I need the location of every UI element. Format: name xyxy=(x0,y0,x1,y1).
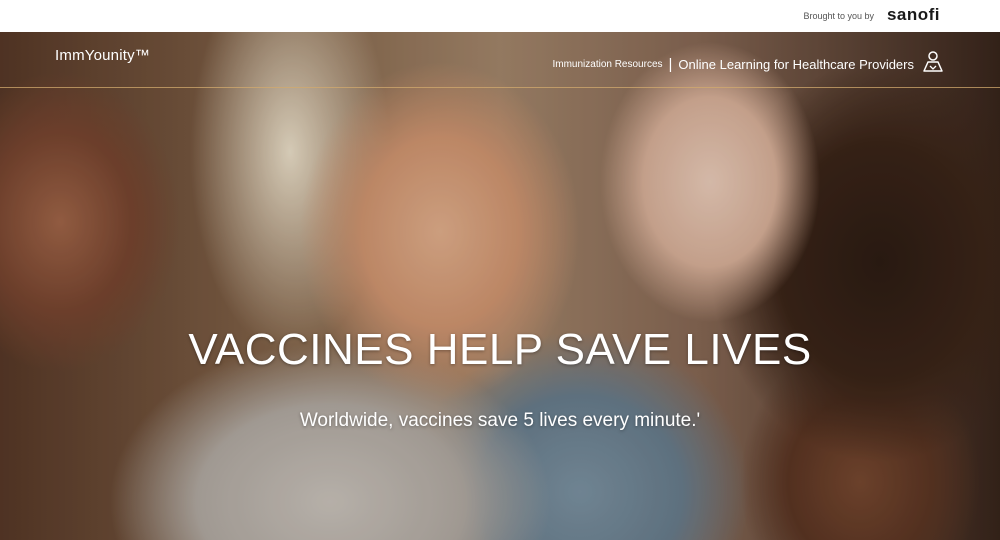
top-bar: Brought to you by sanofi xyxy=(0,0,1000,32)
immyounity-logo[interactable]: ImmYounity™ xyxy=(55,47,150,64)
nav-immunization-resources[interactable]: Immunization Resources xyxy=(552,59,662,70)
person-icon[interactable] xyxy=(922,50,944,72)
hero-headline: VACCINES HELP SAVE LIVES xyxy=(188,325,812,374)
nav-online-learning[interactable]: Online Learning for Healthcare Providers xyxy=(678,57,914,72)
hero-image-overlay xyxy=(0,32,1000,540)
brought-to-you-text: Brought to you by xyxy=(803,11,874,21)
nav-separator: | xyxy=(668,56,673,73)
nav-divider xyxy=(0,87,1000,88)
hero-banner: ImmYounity™ Immunization Resources | Onl… xyxy=(0,32,1000,540)
hero-subline: Worldwide, vaccines save 5 lives every m… xyxy=(299,410,701,431)
sanofi-logo[interactable]: sanofi xyxy=(887,5,940,25)
header-nav: Immunization Resources | Online Learning… xyxy=(552,56,914,73)
